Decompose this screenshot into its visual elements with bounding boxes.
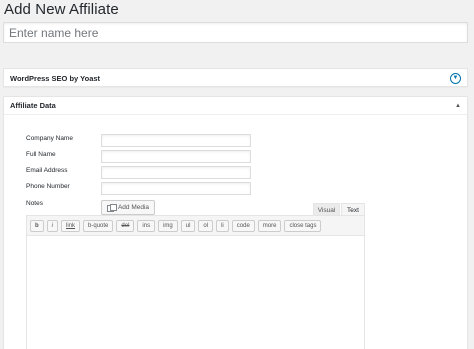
quicktag-bold-button[interactable]: b xyxy=(30,219,44,232)
arrow-up-icon[interactable]: ▲ xyxy=(455,103,461,109)
seo-metabox-header[interactable]: WordPress SEO by Yoast ▼ xyxy=(4,69,467,87)
quicktag-close-tags-button[interactable]: close tags xyxy=(284,219,322,232)
seo-metabox: WordPress SEO by Yoast ▼ xyxy=(3,68,468,87)
quicktag-link-button[interactable]: link xyxy=(61,219,81,232)
notes-textarea[interactable] xyxy=(27,236,364,349)
notes-label: Notes xyxy=(26,200,43,207)
page-title: Add New Affiliate xyxy=(4,1,119,18)
seo-metabox-title: WordPress SEO by Yoast xyxy=(10,73,101,83)
quicktag-ins-button[interactable]: ins xyxy=(137,219,156,232)
add-media-label: Add Media xyxy=(117,204,150,211)
phone-number-label: Phone Number xyxy=(26,183,70,190)
media-icon xyxy=(106,204,117,212)
quicktag-img-button[interactable]: img xyxy=(158,219,178,232)
add-media-button[interactable]: Add Media xyxy=(101,200,155,215)
affiliate-data-metabox: Affiliate Data ▲ Company Name Full Name … xyxy=(3,96,468,349)
affiliate-data-title: Affiliate Data xyxy=(10,101,56,110)
quicktag-blockquote-button[interactable]: b-quote xyxy=(83,219,114,232)
notes-editor: b i link b-quote del ins img ul ol li co… xyxy=(26,215,365,349)
phone-number-field[interactable] xyxy=(101,182,251,195)
quicktag-italic-button[interactable]: i xyxy=(46,219,59,232)
company-name-label: Company Name xyxy=(26,135,73,142)
company-name-field[interactable] xyxy=(101,134,251,147)
affiliate-data-header[interactable]: Affiliate Data ▲ xyxy=(4,97,467,115)
email-address-label: Email Address xyxy=(26,167,68,174)
quicktags-toolbar: b i link b-quote del ins img ul ol li co… xyxy=(27,216,364,236)
name-input[interactable] xyxy=(3,22,468,43)
quicktag-more-button[interactable]: more xyxy=(257,219,282,232)
full-name-field[interactable] xyxy=(101,150,251,163)
quicktag-code-button[interactable]: code xyxy=(231,219,255,232)
email-address-field[interactable] xyxy=(101,166,251,179)
full-name-label: Full Name xyxy=(26,151,56,158)
quicktag-ul-button[interactable]: ul xyxy=(180,219,196,232)
chevron-down-icon[interactable]: ▼ xyxy=(450,72,461,84)
quicktag-ol-button[interactable]: ol xyxy=(198,219,214,232)
quicktag-del-button[interactable]: del xyxy=(116,219,135,232)
quicktag-li-button[interactable]: li xyxy=(216,219,229,232)
